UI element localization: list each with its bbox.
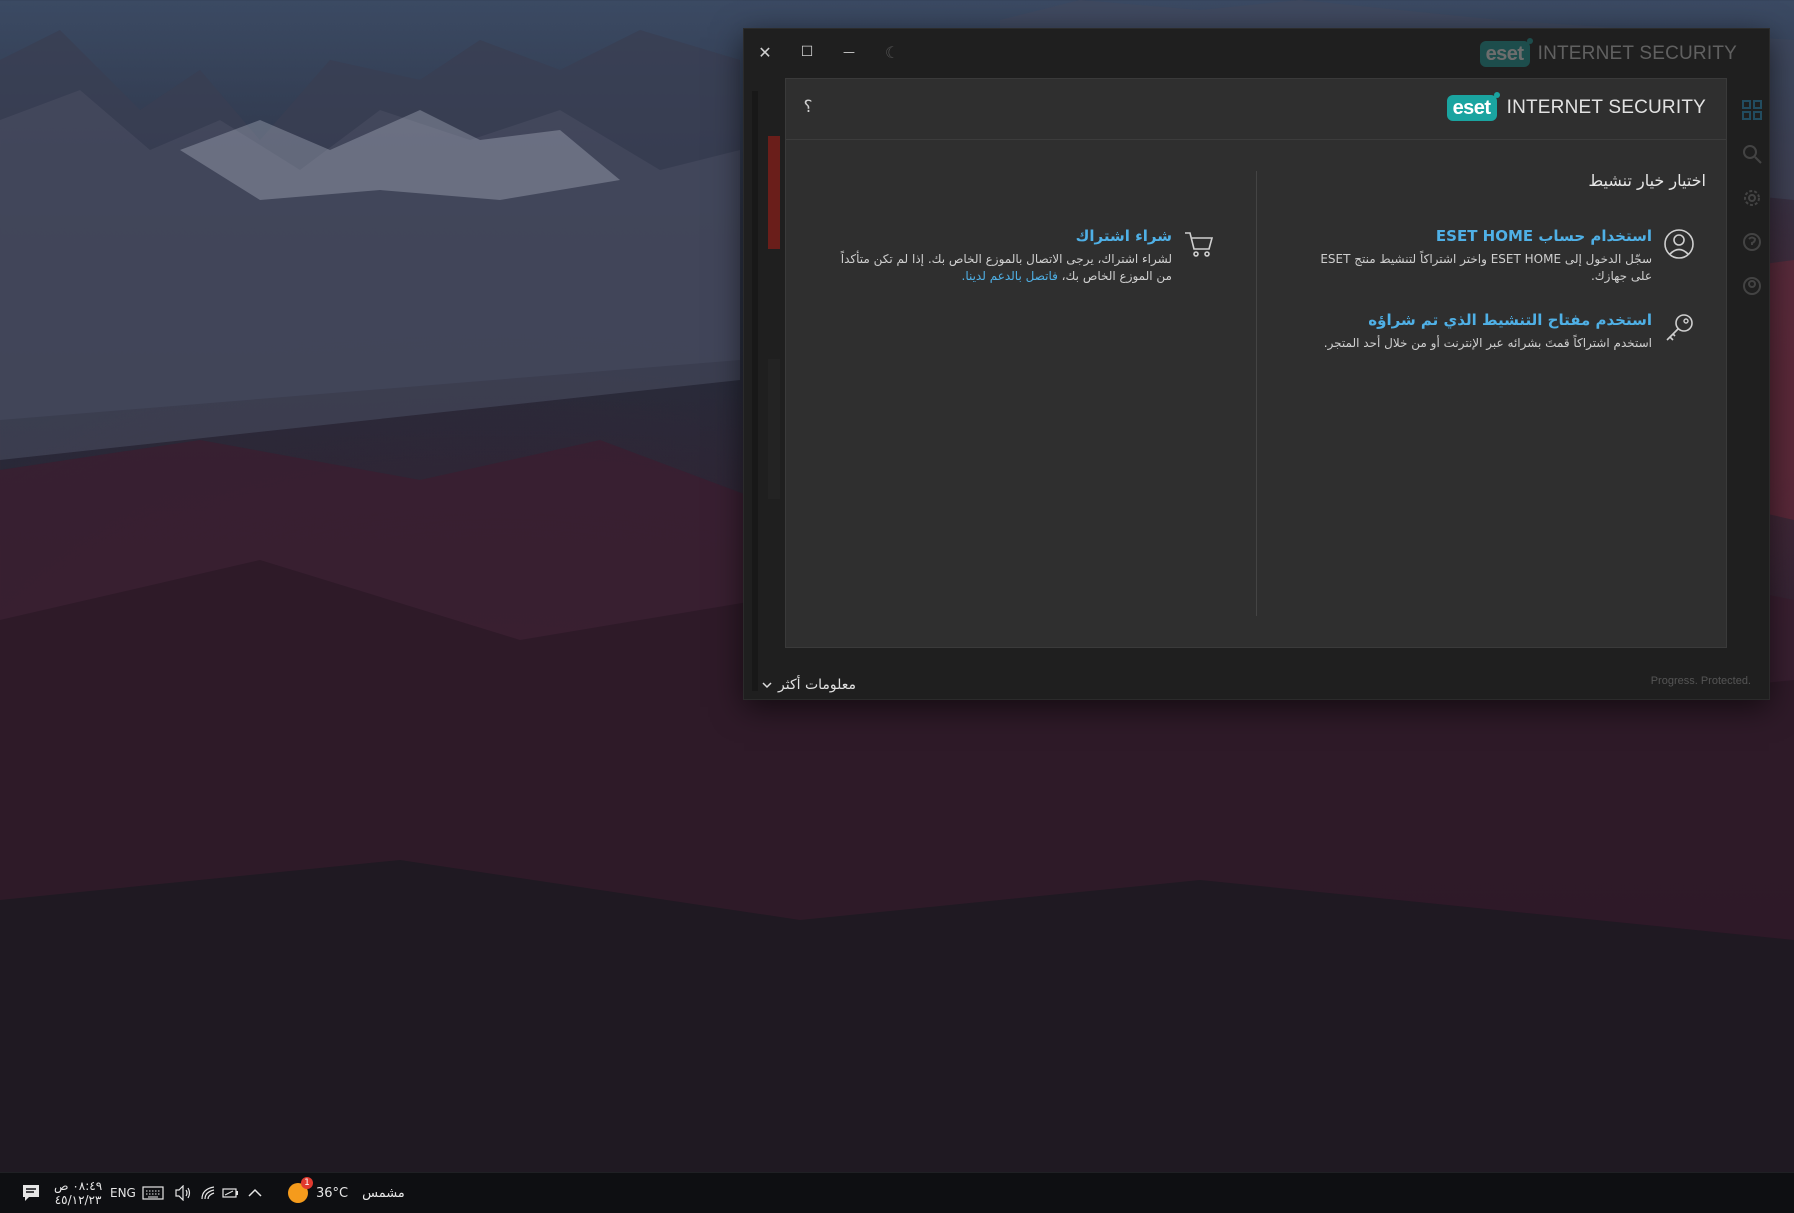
chevron-down-icon	[762, 682, 772, 689]
maximize-button[interactable]: ☐	[792, 39, 822, 65]
more-info-toggle[interactable]: معلومات أكثر	[762, 677, 856, 693]
keyboard-icon	[142, 1186, 164, 1200]
clock-date: ٤٥/١٢/٢٣	[54, 1193, 102, 1207]
option-title[interactable]: استخدام حساب ESET HOME	[1312, 227, 1652, 245]
gear-icon[interactable]	[1741, 187, 1763, 209]
language-label: ENG	[110, 1186, 136, 1200]
option-body: شراء اشتراك لشراء اشتراك، يرجى الاتصال ب…	[827, 227, 1172, 285]
more-info-label: معلومات أكثر	[778, 677, 857, 693]
volume-button[interactable]	[174, 1173, 192, 1213]
close-icon: ✕	[758, 42, 772, 62]
search-icon[interactable]	[1741, 143, 1763, 165]
left-scroll-rail	[752, 91, 758, 691]
network-button[interactable]	[200, 1173, 216, 1213]
minimize-button[interactable]: —	[834, 39, 864, 65]
column-divider	[1256, 171, 1257, 616]
language-indicator[interactable]: ENG	[110, 1173, 136, 1213]
background-panel	[768, 359, 780, 499]
eset-logo: eset	[1479, 38, 1533, 67]
option-title[interactable]: استخدم مفتاح التنشيط الذي تم شراؤه	[1312, 311, 1652, 329]
sidebar-icons	[1741, 99, 1767, 319]
cart-icon	[1185, 232, 1214, 257]
dialog-header: eset INTERNET SECURITY ؟	[786, 79, 1726, 140]
help-button[interactable]: ؟	[798, 97, 818, 121]
option-description: استخدم اشتراكاً قمتَ بشرائه عبر الإنترنت…	[1323, 336, 1652, 350]
weather-temperature: 36°C	[316, 1185, 349, 1201]
weather-label: مشمس	[362, 1185, 405, 1201]
tagline: Progress. Protected.	[1650, 675, 1751, 687]
window-brand-text: INTERNET SECURITY	[1537, 43, 1737, 64]
close-button[interactable]: ✕	[750, 39, 780, 65]
moon-icon: ☾	[884, 42, 900, 62]
eset-logo: eset	[1446, 92, 1500, 121]
option-activation-key[interactable]: استخدم مفتاح التنشيط الذي تم شراؤه استخد…	[1296, 311, 1696, 352]
key-icon	[1666, 314, 1693, 341]
dialog-brand: eset INTERNET SECURITY	[1446, 92, 1706, 121]
weather-widget[interactable]: 1 36°C مشمس	[288, 1173, 405, 1213]
option-description: لشراء اشتراك، يرجى الاتصال بالموزع الخاص…	[827, 251, 1172, 285]
option-body: استخدم مفتاح التنشيط الذي تم شراؤه استخد…	[1312, 311, 1652, 352]
taskbar: ٠٨:٤٩ ص ٤٥/١٢/٢٣ ENG 1 36°C مشمس	[0, 1172, 1794, 1213]
action-center-icon	[23, 1185, 39, 1201]
taskbar-clock[interactable]: ٠٨:٤٩ ص ٤٥/١٢/٢٣	[54, 1173, 102, 1213]
chevron-up-icon	[248, 1188, 262, 1197]
clock-time: ٠٨:٤٩ ص	[54, 1179, 103, 1193]
dialog-title: اختيار خيار تنشيط	[1588, 171, 1706, 190]
dialog-brand-text: INTERNET SECURITY	[1506, 97, 1706, 118]
title-bar: ✕ ☐ — ☾ eset INTERNET SECURITY	[744, 29, 1769, 79]
maximize-icon: ☐	[800, 44, 814, 60]
speaker-icon	[175, 1185, 191, 1201]
wifi-icon	[201, 1186, 215, 1200]
sun-icon: 1	[288, 1177, 313, 1203]
minimize-icon: —	[843, 45, 855, 59]
account-icon[interactable]	[1741, 275, 1763, 297]
status-strip	[768, 136, 780, 249]
option-description: سجّل الدخول إلى ESET HOME واختر اشتراكاً…	[1320, 252, 1652, 283]
eset-main-window: ✕ ☐ — ☾ eset INTERNET SECURITY eset INTE…	[744, 29, 1769, 699]
window-brand: eset INTERNET SECURITY	[1479, 38, 1737, 67]
option-body: استخدام حساب ESET HOME سجّل الدخول إلى E…	[1312, 227, 1652, 285]
battery-icon	[222, 1188, 238, 1198]
touch-keyboard-button[interactable]	[142, 1173, 164, 1213]
battery-button[interactable]	[222, 1173, 240, 1213]
option-title[interactable]: شراء اشتراك	[827, 227, 1172, 245]
notification-badge: 1	[301, 1177, 313, 1189]
option-buy-subscription[interactable]: شراء اشتراك لشراء اشتراك، يرجى الاتصال ب…	[816, 227, 1216, 285]
question-icon: ؟	[803, 97, 813, 117]
activation-dialog: eset INTERNET SECURITY ؟ اختيار خيار تنش…	[786, 79, 1726, 647]
notifications-button[interactable]	[20, 1173, 42, 1213]
option-eset-home[interactable]: استخدام حساب ESET HOME سجّل الدخول إلى E…	[1296, 227, 1696, 285]
dashboard-icon[interactable]	[1741, 99, 1763, 121]
show-hidden-icons-button[interactable]	[248, 1173, 262, 1213]
contact-support-link[interactable]: فاتصل بالدعم لدينا.	[962, 269, 1058, 283]
user-icon	[1664, 229, 1694, 259]
theme-toggle-button[interactable]: ☾	[877, 39, 907, 65]
help-circle-icon[interactable]	[1741, 231, 1763, 253]
